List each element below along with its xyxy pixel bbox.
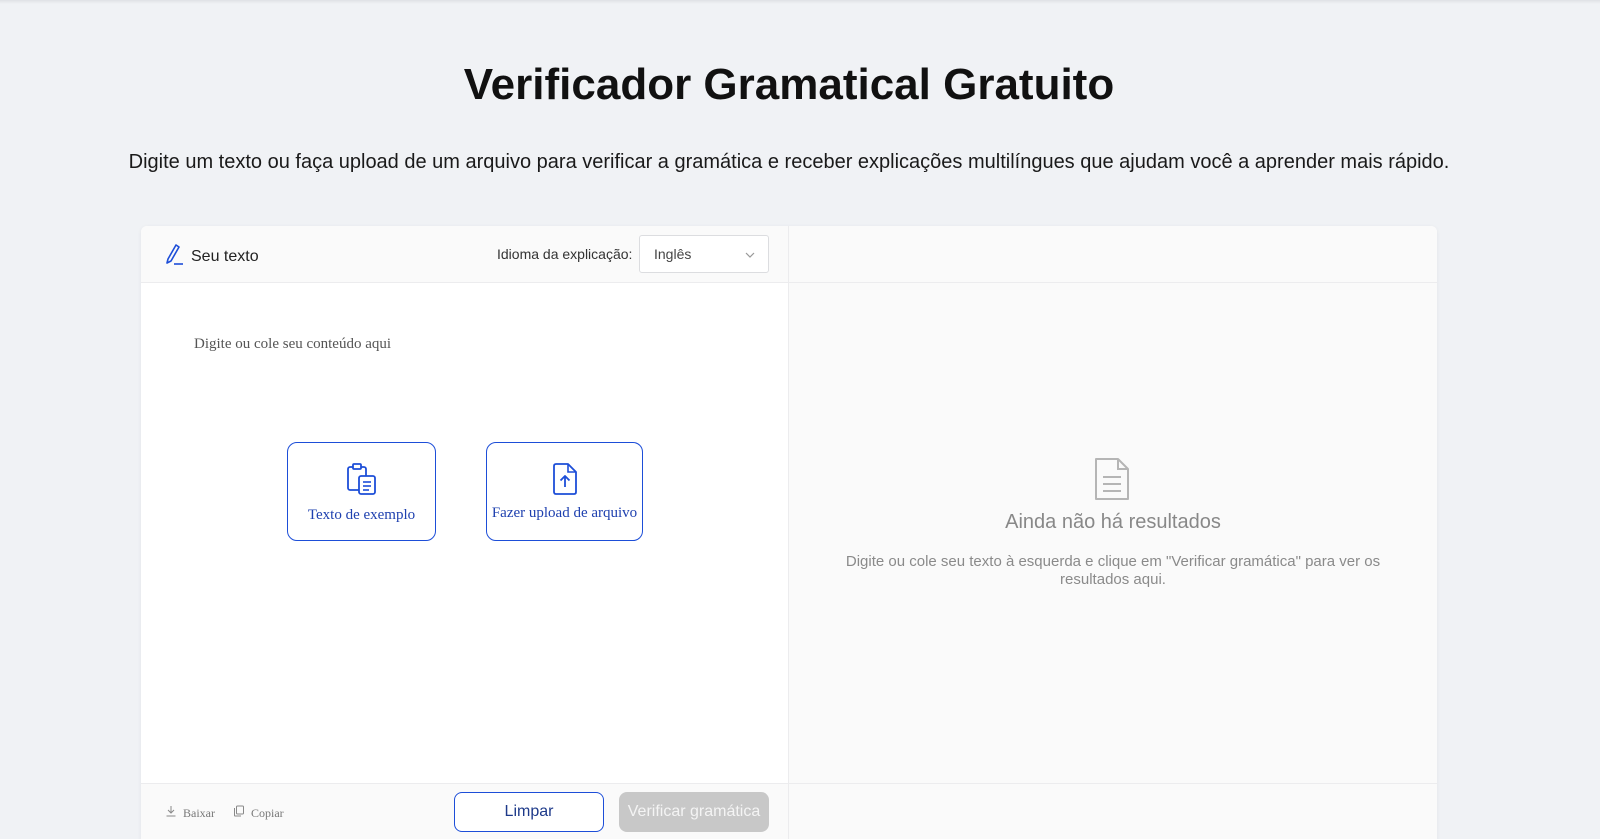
download-button[interactable]: Baixar [165, 805, 215, 821]
explanation-language-label: Idioma da explicação: [497, 246, 633, 262]
explanation-language-select[interactable]: Inglês [639, 235, 769, 273]
copy-button[interactable]: Copiar [233, 805, 284, 821]
editor-header: Seu texto Idioma da explicação: Inglês [141, 226, 788, 282]
explanation-language-value: Inglês [654, 246, 692, 262]
page-title: Verificador Gramatical Gratuito [463, 60, 1115, 109]
text-input-area[interactable]: Digite ou cole seu conteúdo aqui [194, 336, 391, 353]
no-results-title: Ainda não há resultados [1005, 511, 1221, 533]
pencil-icon [163, 242, 185, 271]
editor-title-label: Seu texto [191, 247, 259, 265]
page-subtitle: Digite um texto ou faça upload de um arq… [128, 151, 1450, 173]
grammar-checker-card: Seu texto Idioma da explicação: Inglês D… [141, 226, 1437, 839]
clear-button[interactable]: Limpar [454, 792, 604, 832]
no-results-description: Digite ou cole seu texto à esquerda e cl… [845, 553, 1381, 588]
top-shadow [0, 0, 1600, 4]
upload-file-label: Fazer upload de arquivo [491, 505, 638, 521]
clipboard-icon [344, 461, 380, 497]
results-footer [789, 784, 1437, 839]
sample-text-label: Texto de exemplo [307, 507, 416, 523]
sample-text-button[interactable]: Texto de exemplo [287, 442, 436, 541]
editor-title: Seu texto [163, 242, 259, 271]
copy-icon [233, 805, 245, 821]
results-header [789, 226, 1437, 282]
download-label: Baixar [183, 805, 215, 820]
document-icon [1092, 457, 1132, 506]
download-icon [165, 805, 177, 821]
copy-label: Copiar [251, 805, 284, 820]
upload-file-button[interactable]: Fazer upload de arquivo [486, 442, 643, 541]
chevron-down-icon [744, 248, 756, 264]
check-grammar-button[interactable]: Verificar gramática [619, 792, 769, 832]
file-upload-icon [547, 461, 583, 497]
results-panel: Ainda não há resultados Digite ou cole s… [789, 283, 1437, 783]
